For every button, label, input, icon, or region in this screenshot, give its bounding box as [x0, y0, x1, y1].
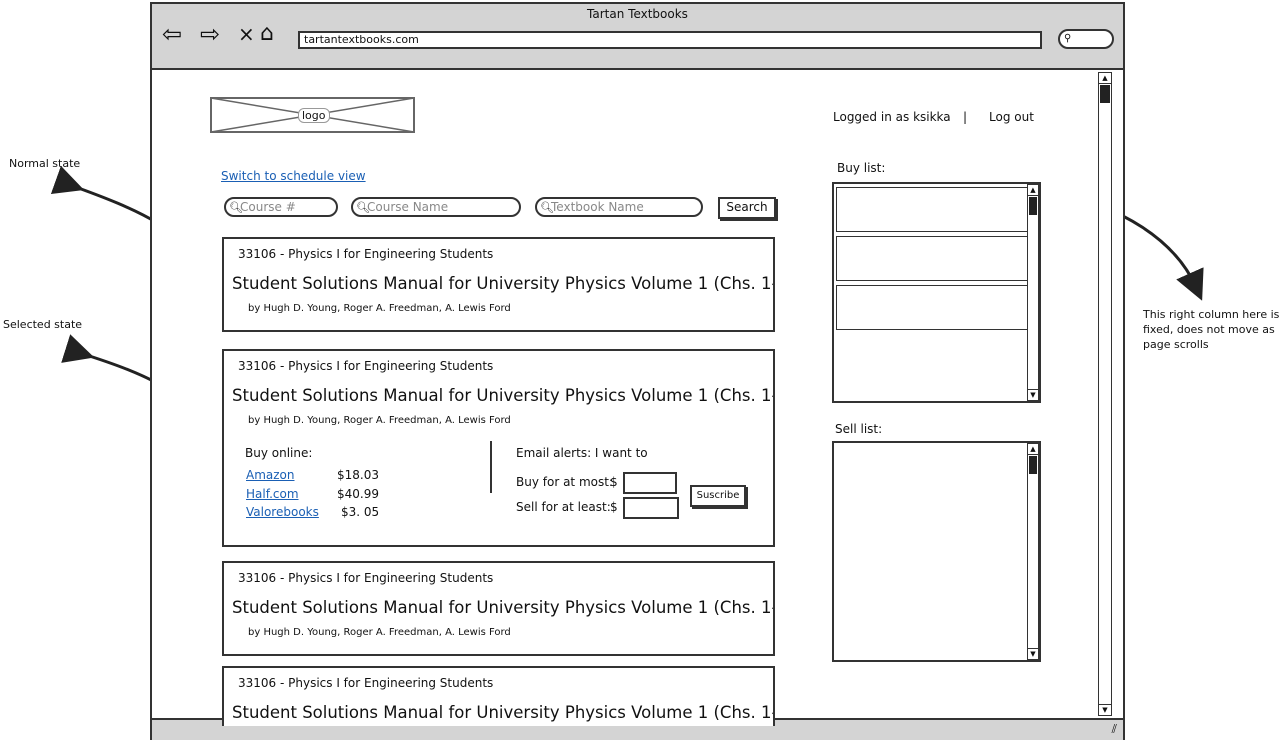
- search-icon: 🔍︎: [540, 201, 554, 214]
- logged-in-prefix: Logged in as: [833, 110, 910, 124]
- textbook-name-placeholder: Textbook Name: [551, 200, 644, 214]
- textbook-card[interactable]: 33106 - Physics I for Engineering Studen…: [222, 666, 775, 726]
- url-bar[interactable]: tartantextbooks.com: [298, 31, 1042, 49]
- course-number-input[interactable]: 🔍︎ Course #: [224, 197, 338, 217]
- logged-in-text: Logged in as ksikka: [833, 110, 951, 124]
- currency-symbol: $: [610, 475, 618, 489]
- vendor-price: $3. 05: [341, 505, 380, 519]
- page-scrollbar[interactable]: ▲ ▼: [1098, 72, 1112, 716]
- logo: logo: [210, 97, 415, 133]
- scroll-thumb[interactable]: [1029, 456, 1037, 474]
- search-button[interactable]: Search: [718, 197, 776, 219]
- scroll-down-icon[interactable]: ▼: [1028, 389, 1038, 400]
- vendor-link-half[interactable]: Half.com: [246, 487, 299, 501]
- course-label: 33106 - Physics I for Engineering Studen…: [238, 571, 494, 585]
- browser-toolbar: Tartan Textbooks ⇦ ⇨ × ⌂ tartantextbooks…: [152, 4, 1123, 70]
- buy-list-item[interactable]: [836, 285, 1028, 330]
- window-title: Tartan Textbooks: [587, 7, 688, 21]
- browser-search-field[interactable]: ⚲: [1058, 29, 1114, 49]
- resize-grip-icon[interactable]: ⫽: [1112, 722, 1117, 737]
- logo-label: logo: [298, 108, 330, 123]
- textbook-card-selected[interactable]: 33106 - Physics I for Engineering Studen…: [222, 349, 775, 547]
- scroll-up-icon[interactable]: ▲: [1099, 73, 1111, 84]
- vendor-price: $18.03: [337, 468, 379, 482]
- forward-arrow-icon[interactable]: ⇨: [200, 22, 220, 46]
- vendor-link-valorebooks[interactable]: Valorebooks: [246, 505, 319, 519]
- switch-view-link[interactable]: Switch to schedule view: [221, 169, 366, 183]
- search-icon: 🔍︎: [229, 201, 243, 214]
- buy-list-label: Buy list:: [837, 161, 886, 175]
- close-icon[interactable]: ×: [238, 22, 255, 46]
- scroll-up-icon[interactable]: ▲: [1028, 444, 1038, 455]
- course-label: 33106 - Physics I for Engineering Studen…: [238, 359, 494, 373]
- column-divider: [490, 441, 492, 493]
- textbook-card[interactable]: 33106 - Physics I for Engineering Studen…: [222, 237, 775, 332]
- book-title: Student Solutions Manual for University …: [232, 598, 775, 617]
- buy-at-most-label: Buy for at most:: [516, 475, 613, 489]
- home-icon[interactable]: ⌂: [260, 22, 274, 46]
- sell-list[interactable]: ▲ ▼: [832, 441, 1041, 662]
- sell-at-least-input[interactable]: [623, 497, 679, 519]
- course-name-placeholder: Course Name: [367, 200, 449, 214]
- search-icon: 🔍︎: [356, 201, 370, 214]
- textbook-name-input[interactable]: 🔍︎ Textbook Name: [535, 197, 703, 217]
- vendor-link-amazon[interactable]: Amazon: [246, 468, 295, 482]
- vendor-price: $40.99: [337, 487, 379, 501]
- book-authors: by Hugh D. Young, Roger A. Freedman, A. …: [248, 303, 511, 314]
- scroll-up-icon[interactable]: ▲: [1028, 185, 1038, 196]
- scroll-down-icon[interactable]: ▼: [1028, 648, 1038, 659]
- email-alerts-title: Email alerts: I want to: [516, 446, 648, 460]
- subscribe-button[interactable]: Suscribe: [690, 485, 746, 507]
- scroll-down-icon[interactable]: ▼: [1099, 704, 1111, 715]
- scroll-thumb[interactable]: [1100, 85, 1110, 103]
- buy-list-item[interactable]: [836, 236, 1028, 281]
- back-arrow-icon[interactable]: ⇦: [162, 22, 182, 46]
- book-authors: by Hugh D. Young, Roger A. Freedman, A. …: [248, 415, 511, 426]
- textbook-card[interactable]: 33106 - Physics I for Engineering Studen…: [222, 561, 775, 656]
- course-name-input[interactable]: 🔍︎ Course Name: [351, 197, 521, 217]
- scroll-thumb[interactable]: [1029, 197, 1037, 215]
- sell-list-scrollbar[interactable]: ▲ ▼: [1027, 443, 1039, 660]
- course-label: 33106 - Physics I for Engineering Studen…: [238, 247, 494, 261]
- book-title: Student Solutions Manual for University …: [232, 386, 775, 405]
- username: ksikka: [913, 110, 951, 124]
- buy-list-scrollbar[interactable]: ▲ ▼: [1027, 184, 1039, 401]
- browser-window: Tartan Textbooks ⇦ ⇨ × ⌂ tartantextbooks…: [150, 2, 1125, 740]
- sell-list-label: Sell list:: [835, 422, 883, 436]
- book-title: Student Solutions Manual for University …: [232, 703, 775, 722]
- logout-link[interactable]: Log out: [989, 110, 1034, 124]
- buy-list[interactable]: ▲ ▼: [832, 182, 1041, 403]
- book-title: Student Solutions Manual for University …: [232, 274, 775, 293]
- course-label: 33106 - Physics I for Engineering Studen…: [238, 676, 494, 690]
- search-icon: ⚲: [1064, 33, 1072, 44]
- currency-symbol: $: [610, 500, 618, 514]
- sell-at-least-label: Sell for at least:: [516, 500, 611, 514]
- buy-at-most-input[interactable]: [623, 472, 677, 494]
- header-separator: |: [963, 110, 968, 124]
- buy-list-item[interactable]: [836, 187, 1028, 232]
- buy-online-label: Buy online:: [245, 446, 313, 460]
- course-number-placeholder: Course #: [240, 200, 296, 214]
- book-authors: by Hugh D. Young, Roger A. Freedman, A. …: [248, 627, 511, 638]
